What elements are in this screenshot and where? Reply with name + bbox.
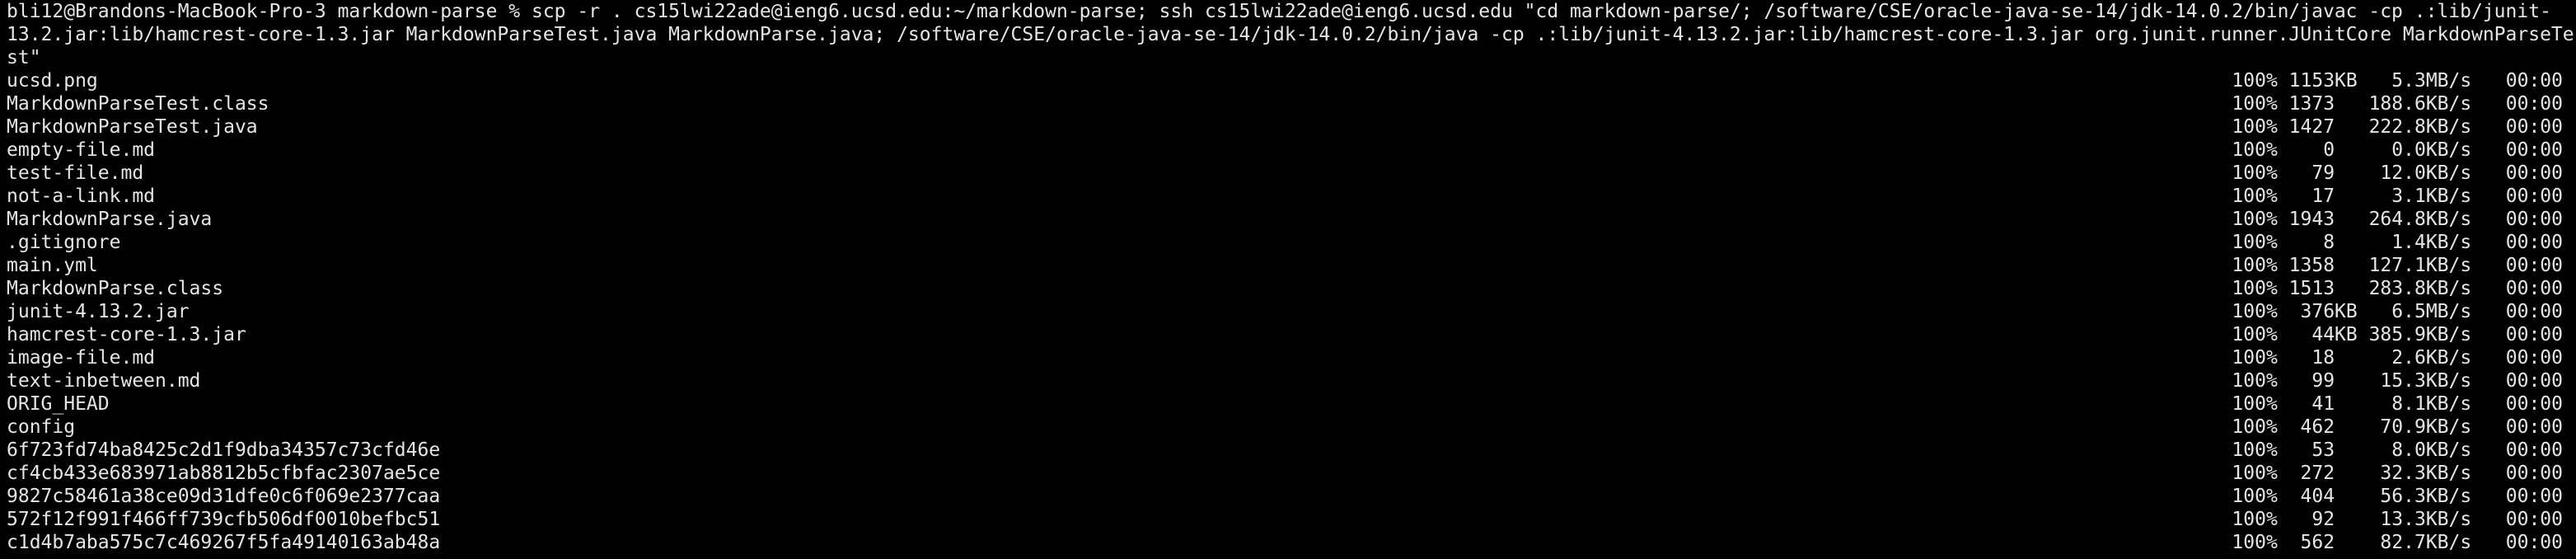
transfer-stats: 100% 44KB 385.9KB/s 00:00: [2232, 324, 2563, 345]
transfer-filename: text-inbetween.md: [7, 370, 201, 392]
transfer-stats: 100% 17 3.1KB/s 00:00: [2232, 186, 2563, 207]
transfer-stats: 100% 1427 222.8KB/s 00:00: [2232, 116, 2563, 138]
transfer-filename: empty-file.md: [7, 139, 156, 161]
transfer-row: ORIG_HEAD 100% 41 8.1KB/s 00:00: [0, 392, 2576, 416]
transfer-stats: 100% 53 8.0KB/s 00:00: [2232, 439, 2563, 461]
transfer-stats: 100% 1943 264.8KB/s 00:00: [2232, 209, 2563, 230]
transfer-stats: 100% 272 32.3KB/s 00:00: [2232, 463, 2563, 484]
transfer-row: 9827c58461a38ce09d31dfe0c6f069e2377caa 10…: [0, 485, 2576, 508]
transfer-row: MarkdownParseTest.java 100% 1427 222.8KB/…: [0, 115, 2576, 139]
transfer-filename: MarkdownParse.class: [7, 278, 224, 299]
transfer-stats: 100% 0 0.0KB/s 00:00: [2232, 139, 2563, 161]
transfer-row: ucsd.png 100% 1153KB 5.3MB/s 00:00: [0, 69, 2576, 92]
transfer-row: junit-4.13.2.jar 100% 376KB 6.5MB/s 00:00: [0, 300, 2576, 323]
transfer-stats: 100% 376KB 6.5MB/s 00:00: [2232, 301, 2563, 322]
transfer-row: 6f723fd74ba8425c2d1f9dba34357c73cfd46e 10…: [0, 439, 2576, 462]
transfer-row: 572f12f991f466ff739cfb506df0010befbc51 10…: [0, 508, 2576, 531]
transfer-row: cf4cb433e683971ab8812b5cfbfac2307ae5ce 10…: [0, 462, 2576, 485]
transfer-filename: MarkdownParseTest.class: [7, 93, 269, 115]
transfer-filename: ucsd.png: [7, 70, 98, 92]
transfer-filename: test-file.md: [7, 162, 144, 184]
transfer-filename: MarkdownParse.java: [7, 209, 213, 230]
transfer-stats: 100% 1513 283.8KB/s 00:00: [2232, 278, 2563, 299]
transfer-stats: 100% 1358 127.1KB/s 00:00: [2232, 255, 2563, 276]
transfer-row: config 100% 462 70.9KB/s 00:00: [0, 416, 2576, 439]
transfer-filename: .gitignore: [7, 232, 121, 253]
transfer-filename: image-file.md: [7, 347, 156, 369]
transfer-row: MarkdownParse.class 100% 1513 283.8KB/s 0…: [0, 277, 2576, 300]
transfer-stats: 100% 1153KB 5.3MB/s 00:00: [2232, 70, 2563, 92]
transfer-filename: c1d4b7aba575c7c469267f5fa49140163ab48a: [7, 532, 441, 553]
transfer-filename: 9827c58461a38ce09d31dfe0c6f069e2377caa: [7, 486, 441, 507]
terminal-window[interactable]: bli12@Brandons-MacBook-Pro-3 markdown-pa…: [0, 0, 2576, 559]
transfer-row: empty-file.md 100% 0 0.0KB/s 00:00: [0, 139, 2576, 162]
transfer-row: hamcrest-core-1.3.jar 100% 44KB 385.9KB/s…: [0, 323, 2576, 346]
transfer-filename: ORIG_HEAD: [7, 393, 110, 415]
transfer-filename: 6f723fd74ba8425c2d1f9dba34357c73cfd46e: [7, 439, 441, 461]
command-line-3: st": [7, 47, 41, 68]
transfer-filename: MarkdownParseTest.java: [7, 116, 258, 138]
transfer-filename: main.yml: [7, 255, 98, 276]
transfer-filename: hamcrest-core-1.3.jar: [7, 324, 246, 345]
transfer-row: not-a-link.md 100% 17 3.1KB/s 00:00: [0, 185, 2576, 208]
transfer-filename: config: [7, 416, 76, 438]
transfer-row: MarkdownParseTest.class 100% 1373 188.6KB…: [0, 92, 2576, 115]
transfer-stats: 100% 92 13.3KB/s 00:00: [2232, 509, 2563, 530]
transfer-filename: 572f12f991f466ff739cfb506df0010befbc51: [7, 509, 441, 530]
transfer-row: MarkdownParse.java 100% 1943 264.8KB/s 00…: [0, 208, 2576, 231]
transfer-row: image-file.md 100% 18 2.6KB/s 00:00: [0, 346, 2576, 369]
transfer-row: test-file.md 100% 79 12.0KB/s 00:00: [0, 162, 2576, 185]
transfer-row: .gitignore 100% 8 1.4KB/s 00:00: [0, 231, 2576, 254]
transfer-filename: cf4cb433e683971ab8812b5cfbfac2307ae5ce: [7, 463, 441, 484]
transfer-filename: junit-4.13.2.jar: [7, 301, 190, 322]
command-line-1: bli12@Brandons-MacBook-Pro-3 markdown-pa…: [7, 1, 2551, 22]
command-line-2: 13.2.jar:lib/hamcrest-core-1.3.jar Markd…: [7, 24, 2574, 45]
transfer-filename: not-a-link.md: [7, 186, 156, 207]
transfer-stats: 100% 99 15.3KB/s 00:00: [2232, 370, 2563, 392]
transfer-row: c1d4b7aba575c7c469267f5fa49140163ab48a 10…: [0, 531, 2576, 554]
transfer-stats: 100% 1373 188.6KB/s 00:00: [2232, 93, 2563, 115]
transfer-row: main.yml 100% 1358 127.1KB/s 00:00: [0, 254, 2576, 277]
transfer-stats: 100% 8 1.4KB/s 00:00: [2232, 232, 2563, 253]
transfer-stats: 100% 18 2.6KB/s 00:00: [2232, 347, 2563, 369]
transfer-stats: 100% 404 56.3KB/s 00:00: [2232, 486, 2563, 507]
transfer-stats: 100% 41 8.1KB/s 00:00: [2232, 393, 2563, 415]
transfer-stats: 100% 462 70.9KB/s 00:00: [2232, 416, 2563, 438]
transfer-row: text-inbetween.md 100% 99 15.3KB/s 00:00: [0, 369, 2576, 392]
transfer-stats: 100% 79 12.0KB/s 00:00: [2232, 162, 2563, 184]
transfer-stats: 100% 562 82.7KB/s 00:00: [2232, 532, 2563, 553]
